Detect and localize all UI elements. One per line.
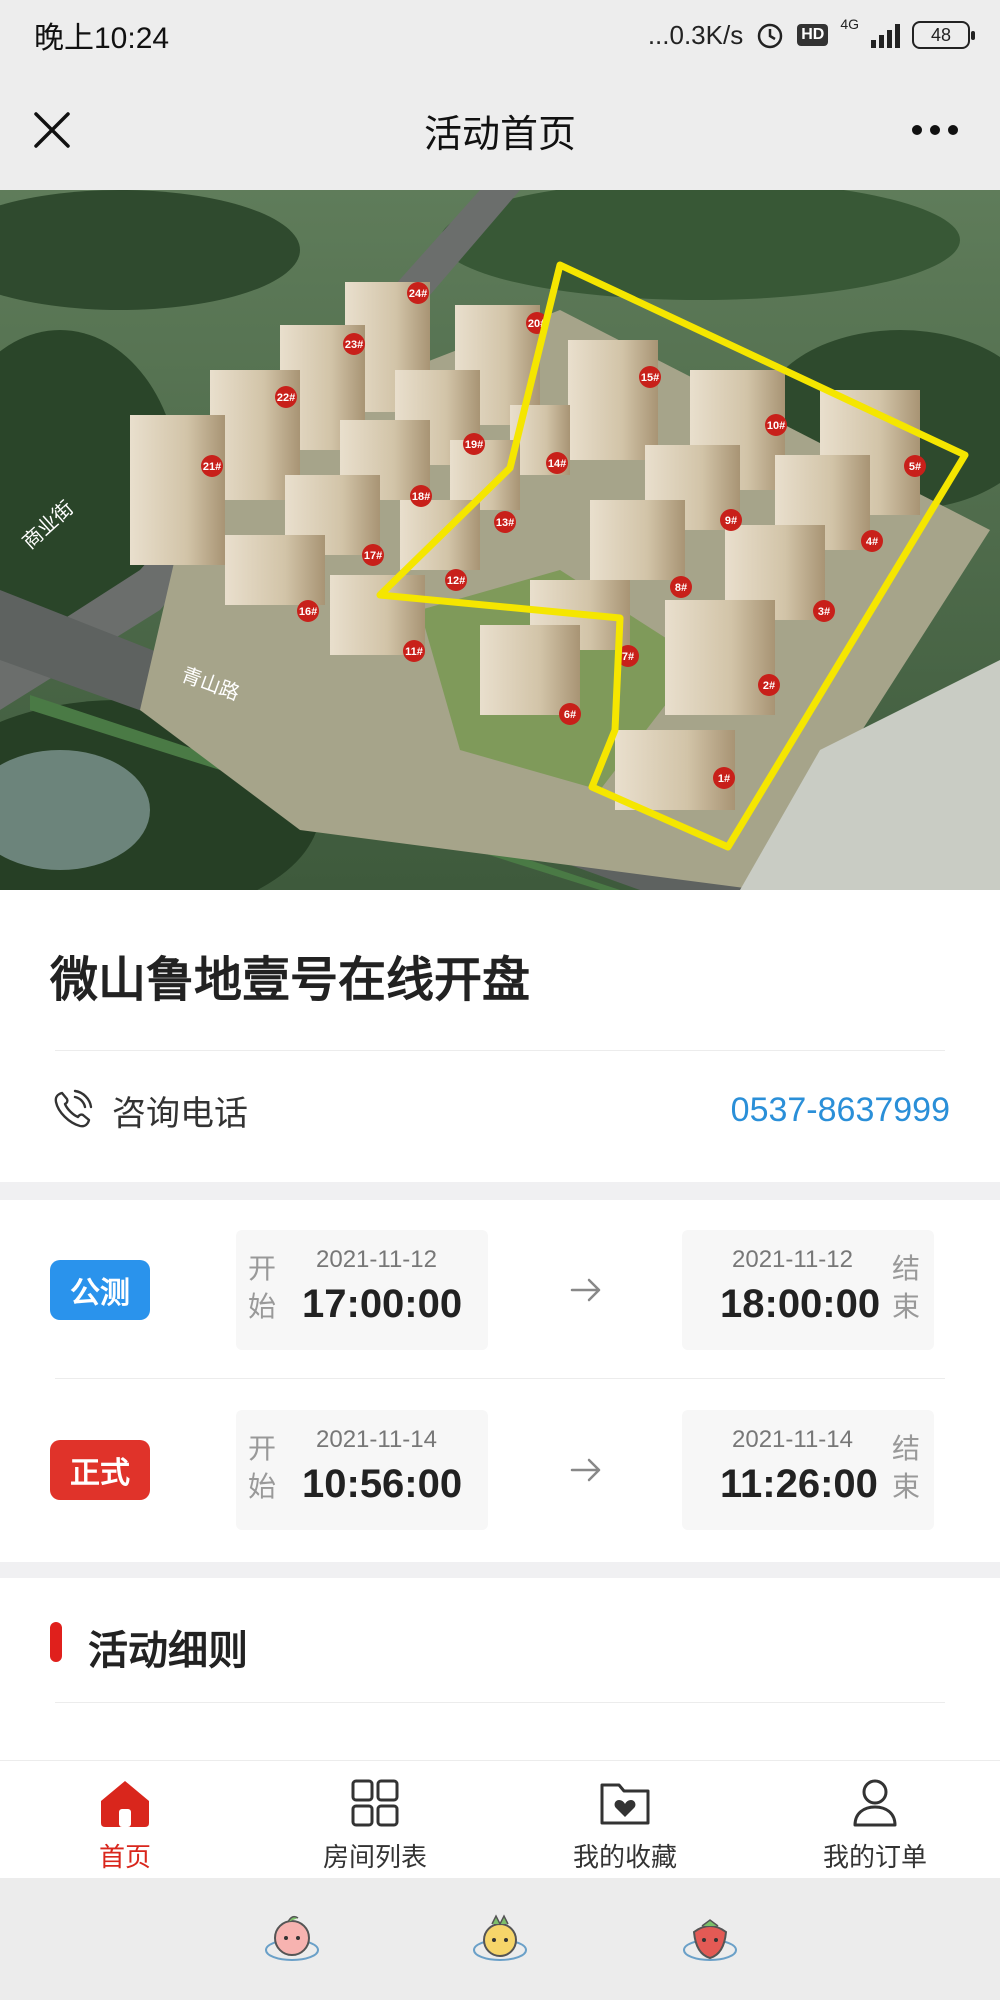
rules-title: 活动细则 xyxy=(88,1629,248,1673)
tab-my-orders[interactable]: 我的订单 xyxy=(750,1761,1000,1878)
svg-text:15#: 15# xyxy=(641,372,659,384)
system-navigation-strip xyxy=(0,1878,1000,2000)
page-title: 活动首页 xyxy=(423,113,576,156)
grid-icon xyxy=(351,1779,399,1827)
pineapple-sticker-icon[interactable] xyxy=(470,1910,530,1966)
svg-text:6#: 6# xyxy=(564,709,576,721)
divider xyxy=(55,1702,945,1703)
end-time: 11:26:00 xyxy=(720,1462,878,1506)
svg-text:18#: 18# xyxy=(412,491,430,503)
svg-text:8#: 8# xyxy=(675,582,687,594)
end-label: 结束 xyxy=(891,1433,920,1502)
svg-text:16#: 16# xyxy=(299,606,317,618)
phone-row[interactable]: 咨询电话 0537-8637999 xyxy=(50,1085,950,1135)
alarm-icon xyxy=(757,23,783,49)
svg-text:14#: 14# xyxy=(548,458,566,470)
stage-tag: 公测 xyxy=(50,1260,150,1320)
svg-text:7#: 7# xyxy=(622,651,634,663)
svg-text:24#: 24# xyxy=(409,288,427,300)
tab-room-list[interactable]: 房间列表 xyxy=(250,1761,500,1878)
svg-text:17#: 17# xyxy=(364,550,382,562)
divider xyxy=(55,1050,945,1051)
network-type: 4G xyxy=(840,15,859,32)
schedule-card: 公测 开始 2021-11-12 17:00:00 2021-11-12 18:… xyxy=(0,1200,1000,1562)
strawberry-sticker-icon[interactable] xyxy=(680,1910,740,1966)
schedule-row-official: 正式 开始 2021-11-14 10:56:00 2021-11-14 11:… xyxy=(0,1410,1000,1530)
start-date: 2021-11-12 xyxy=(316,1246,437,1273)
svg-text:9#: 9# xyxy=(725,515,737,527)
svg-text:1#: 1# xyxy=(718,773,730,785)
tab-bar: 首页 房间列表 我的收藏 我的订单 xyxy=(0,1760,1000,1878)
svg-text:4#: 4# xyxy=(866,536,878,548)
phone-icon xyxy=(54,1089,93,1128)
svg-text:22#: 22# xyxy=(277,392,295,404)
stage-tag: 正式 xyxy=(50,1440,150,1500)
end-date: 2021-11-12 xyxy=(732,1246,853,1273)
rules-section: 活动细则 xyxy=(0,1578,1000,1760)
start-date: 2021-11-14 xyxy=(316,1426,437,1453)
signal-icon xyxy=(871,22,900,48)
tab-label: 我的订单 xyxy=(822,1842,927,1872)
battery-level: 48 xyxy=(930,24,952,45)
svg-text:2#: 2# xyxy=(763,680,775,692)
end-time: 18:00:00 xyxy=(720,1282,881,1326)
tab-favorites[interactable]: 我的收藏 xyxy=(500,1761,750,1878)
aerial-rendering: 24# 20# 23# 22# 21# 19# 15# 10# 5# 14# 1… xyxy=(0,190,1000,890)
start-label: 开始 xyxy=(247,1253,276,1322)
hero-image: 24# 20# 23# 22# 21# 19# 15# 10# 5# 14# 1… xyxy=(0,190,1000,890)
status-bar: 晚上10:24 ...0.3K/s HD 4G 48 xyxy=(0,0,1000,70)
arrow-right-icon xyxy=(570,1278,601,1302)
tab-label: 我的收藏 xyxy=(572,1842,677,1872)
hd-badge: HD xyxy=(797,24,829,46)
event-title: 微山鲁地壹号在线开盘 xyxy=(50,954,531,1007)
phone-label: 咨询电话 xyxy=(112,1094,248,1133)
more-icon[interactable] xyxy=(910,116,960,144)
status-indicators: ...0.3K/s HD 4G 48 xyxy=(647,16,975,51)
peach-sticker-icon[interactable] xyxy=(262,1910,322,1966)
svg-text:5#: 5# xyxy=(909,461,921,473)
start-time-box: 开始 2021-11-12 17:00:00 xyxy=(236,1230,488,1350)
tab-home[interactable]: 首页 xyxy=(0,1761,250,1878)
start-time: 17:00:00 xyxy=(302,1282,463,1326)
network-speed: ...0.3K/s xyxy=(647,19,744,50)
tab-label: 房间列表 xyxy=(322,1842,427,1872)
svg-text:10#: 10# xyxy=(767,420,785,432)
end-time-box: 2021-11-14 11:26:00 结束 xyxy=(682,1410,934,1530)
start-label: 开始 xyxy=(247,1433,276,1502)
schedule-row-preview: 公测 开始 2021-11-12 17:00:00 2021-11-12 18:… xyxy=(0,1230,1000,1350)
favorite-folder-icon xyxy=(600,1783,650,1825)
start-time: 10:56:00 xyxy=(302,1462,463,1506)
arrow-right-icon xyxy=(570,1458,601,1482)
svg-text:11#: 11# xyxy=(405,646,423,658)
close-icon[interactable] xyxy=(30,108,74,152)
svg-text:13#: 13# xyxy=(496,517,514,529)
divider xyxy=(55,1378,945,1379)
battery-icon: 48 xyxy=(912,21,975,49)
svg-text:3#: 3# xyxy=(818,606,830,618)
end-label: 结束 xyxy=(891,1253,920,1322)
tab-label: 首页 xyxy=(98,1842,151,1872)
status-time: 晚上10:24 xyxy=(34,22,170,55)
home-icon xyxy=(101,1781,149,1827)
start-time-box: 开始 2021-11-14 10:56:00 xyxy=(236,1410,488,1530)
phone-number-link[interactable]: 0537-8637999 xyxy=(731,1091,950,1130)
svg-text:21#: 21# xyxy=(203,461,221,473)
svg-text:19#: 19# xyxy=(465,439,483,451)
end-time-box: 2021-11-12 18:00:00 结束 xyxy=(682,1230,934,1350)
nav-bar: 活动首页 xyxy=(0,70,1000,190)
section-accent-bar xyxy=(50,1622,62,1662)
svg-text:23#: 23# xyxy=(345,339,363,351)
svg-text:12#: 12# xyxy=(447,575,465,587)
user-icon xyxy=(853,1779,897,1827)
end-date: 2021-11-14 xyxy=(732,1426,853,1453)
event-info-card: 微山鲁地壹号在线开盘 咨询电话 0537-8637999 xyxy=(0,890,1000,1182)
